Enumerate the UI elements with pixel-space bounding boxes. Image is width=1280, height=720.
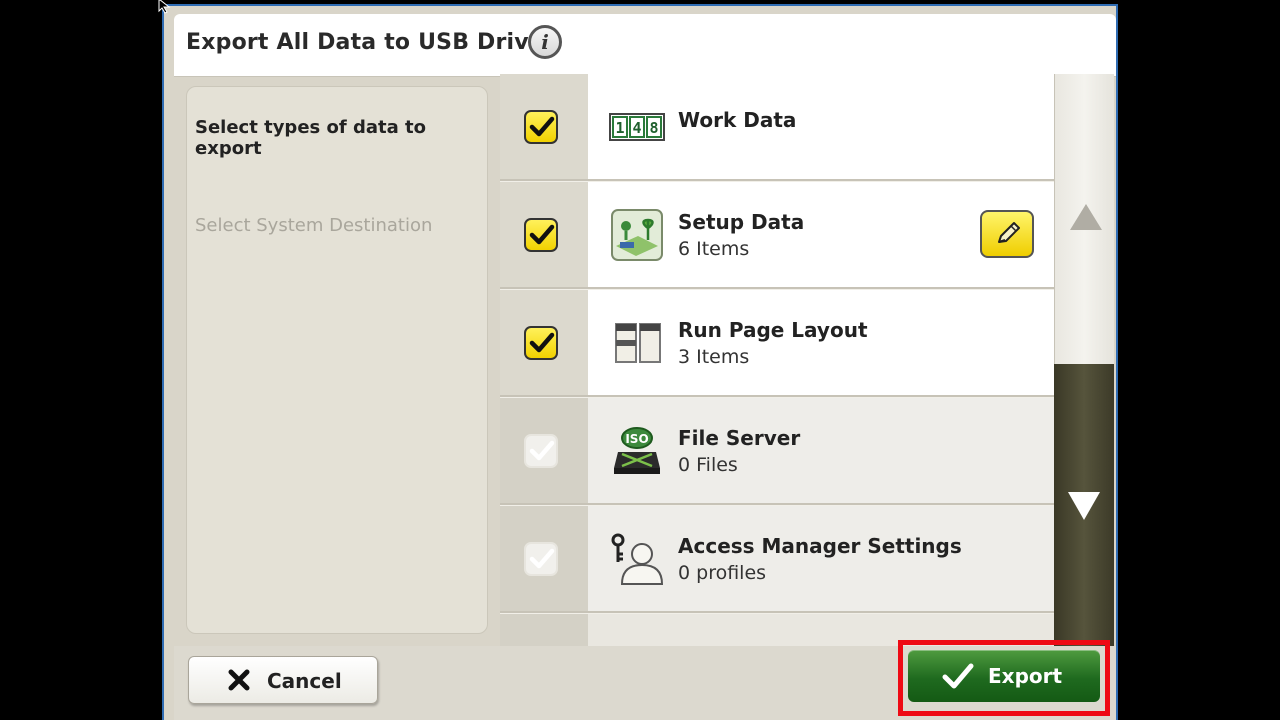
setup-data-count: 6 Items [678,238,750,260]
scroll-down-button[interactable] [1054,364,1114,646]
info-icon[interactable]: i [528,25,562,59]
access-manager-checkbox [524,542,558,576]
counter-digit: 1 [615,119,624,137]
scroll-up-button[interactable] [1054,74,1114,364]
setup-data-icon [611,209,663,261]
edit-setup-data-button[interactable] [980,210,1034,258]
counter-digit: 4 [632,119,641,137]
run-page-layout-count: 3 Items [678,346,750,368]
list-item-run-page-layout[interactable]: Run Page Layout 3 Items [500,290,1054,397]
setup-data-checkbox[interactable] [524,218,558,252]
checkmark-icon [529,116,555,137]
work-data-counter-icon: 1 4 8 [609,113,665,141]
run-page-layout-checkbox[interactable] [524,326,558,360]
export-dialog: Export All Data to USB Drive i Select ty… [162,4,1118,720]
steps-panel: Select types of data to export Select Sy… [186,86,488,634]
access-manager-icon [611,533,664,585]
checkmark-icon [529,548,555,569]
access-manager-count: 0 profiles [678,562,767,584]
list-item-setup-data[interactable]: Setup Data 6 Items [500,182,1054,289]
export-button[interactable]: Export [908,650,1100,702]
run-page-layout-icon [615,323,661,363]
dialog-header: Export All Data to USB Drive i [174,14,1116,77]
dialog-title: Export All Data to USB Drive [186,30,544,55]
list-item-access-manager: Access Manager Settings 0 profiles [500,506,1054,613]
step-select-destination: Select System Destination [195,215,433,236]
file-server-count: 0 Files [678,454,738,476]
checkmark-icon [529,224,555,245]
checkmark-icon [529,440,555,461]
cancel-button[interactable]: Cancel [188,656,378,704]
file-server-title: File Server [678,426,801,450]
checkbox-column [500,614,588,646]
file-server-checkbox [524,434,558,468]
access-manager-title: Access Manager Settings [678,534,962,558]
close-icon [228,669,250,691]
data-type-list: 1 4 8 Work Data Setup Data 6 Items Run P… [500,74,1054,646]
counter-digit: 8 [649,119,658,137]
mouse-cursor-icon [158,0,171,14]
setup-data-title: Setup Data [678,210,805,234]
step-select-types: Select types of data to export [195,117,426,159]
cancel-button-label: Cancel [267,669,342,693]
run-page-layout-title: Run Page Layout [678,318,868,342]
checkmark-icon [529,332,555,353]
work-data-checkbox[interactable] [524,110,558,144]
list-item-work-data[interactable]: 1 4 8 Work Data [500,74,1054,181]
iso-file-server-icon: ISO [614,427,660,474]
work-data-title: Work Data [678,108,797,132]
list-item-file-server: ISO File Server 0 Files [500,398,1054,505]
arrow-down-icon [1068,492,1100,520]
pencil-icon [998,222,1020,243]
export-button-label: Export [988,664,1063,688]
arrow-up-icon [1070,204,1102,230]
checkmark-icon [942,663,974,689]
svg-text:ISO: ISO [625,432,648,446]
